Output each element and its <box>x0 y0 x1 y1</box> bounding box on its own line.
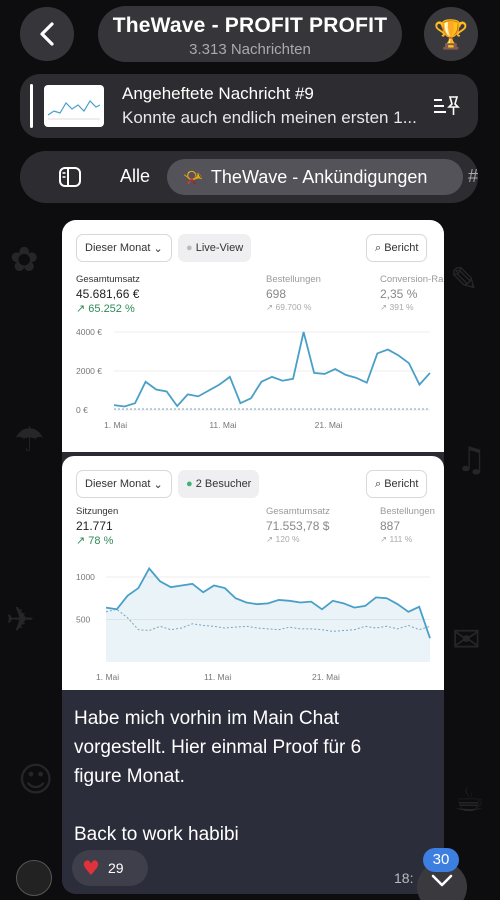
chat-header[interactable]: TheWave - PROFIT PROFIT 3.313 Nachrichte… <box>98 6 402 62</box>
report-button-2: ⌕ Bericht <box>366 470 428 498</box>
reaction-count: 29 <box>107 860 124 876</box>
report-button: ⌕ Bericht <box>366 234 428 262</box>
tab-announcements[interactable]: 📯 TheWave - Ankündigungen <box>167 159 463 195</box>
y-tick-label: 500 <box>76 615 90 625</box>
tab-more[interactable]: # <box>468 166 478 187</box>
x-tick-label: 21. Mai <box>315 420 343 430</box>
media-screenshot-1[interactable]: Dieser Monat ⌄ ● Live-View ⌕ Bericht Ges… <box>62 220 444 452</box>
x-tick-label: 11. Mai <box>204 672 231 682</box>
message-text: Habe mich vorhin im Main Chat vorgestell… <box>74 708 362 845</box>
message-count: 3.313 Nachrichten <box>189 41 311 58</box>
y-tick-label: 1000 <box>76 572 95 582</box>
revenue-chart: 4000 € 2000 € 0 € 1. Mai 11. Mai 21. Mai <box>76 327 431 430</box>
unread-badge: 30 <box>423 848 459 872</box>
message-bubble[interactable]: Dieser Monat ⌄ ● Live-View ⌕ Bericht Ges… <box>62 220 444 894</box>
series-area <box>106 568 430 662</box>
chat-avatar[interactable]: 🏆 <box>424 7 478 61</box>
megaphone-icon: 📯 <box>183 167 203 187</box>
pinned-list-icon[interactable] <box>432 94 460 118</box>
back-button[interactable] <box>20 7 74 61</box>
kpi-total-revenue-2: Gesamtumsatz 71.553,78 $ ↗ 120 % <box>266 506 330 544</box>
period-dropdown: Dieser Monat ⌄ <box>76 234 172 262</box>
kpi-total-revenue: Gesamtumsatz 45.681,66 € ↗ 65.252 % <box>76 274 140 315</box>
topic-tabs: Alle 📯 TheWave - Ankündigungen # <box>20 151 478 203</box>
visitors-chip: ● 2 Besucher <box>178 470 260 498</box>
pinned-thumbnail <box>44 85 104 127</box>
tab-all[interactable]: Alle <box>120 166 150 187</box>
message-time: 18: <box>394 870 414 886</box>
x-tick-label: 21. Mai <box>312 672 340 682</box>
sessions-chart: 1000 500 1. Mai 11. Mai 21. Mai <box>76 566 431 682</box>
chat-title: TheWave - PROFIT PROFIT <box>112 14 388 37</box>
kpi-sessions: Sitzungen 21.771 ↗ 78 % <box>76 506 119 547</box>
chevron-left-icon <box>40 22 54 46</box>
x-tick-label: 1. Mai <box>104 420 127 430</box>
chevron-down-icon <box>431 874 453 887</box>
message-caption: Habe mich vorhin im Main Chat vorgestell… <box>62 690 444 894</box>
pinned-title: Angeheftete Nachricht #9 <box>122 84 314 103</box>
y-tick-label: 2000 € <box>76 366 102 376</box>
trophy-icon: 🏆 <box>433 17 469 51</box>
reaction-heart[interactable]: ♥ 29 <box>72 850 148 886</box>
sidebar-toggle-icon[interactable] <box>58 165 82 189</box>
tab-announcements-label: TheWave - Ankündigungen <box>210 166 428 187</box>
media-screenshot-2[interactable]: Dieser Monat ⌄ ● 2 Besucher ⌕ Bericht Si… <box>62 456 444 690</box>
live-view-chip: ● Live-View <box>178 234 252 262</box>
y-tick-label: 0 € <box>76 405 88 415</box>
pinned-message-bar[interactable]: Angeheftete Nachricht #9 Konnte auch end… <box>20 74 478 138</box>
x-tick-label: 1. Mai <box>96 672 119 682</box>
period-dropdown-2: Dieser Monat ⌄ <box>76 470 172 498</box>
pinned-indicator <box>30 84 33 128</box>
kpi-conversion: Conversion-Ra 2,35 % ↗ 391 % <box>380 274 444 312</box>
x-tick-label: 11. Mai <box>209 420 236 430</box>
y-tick-label: 4000 € <box>76 327 102 337</box>
series-line <box>113 331 431 408</box>
kpi-orders-2: Bestellungen 887 ↗ 111 % <box>380 506 435 544</box>
kpi-orders: Bestellungen 698 ↗ 69.700 % <box>266 274 321 312</box>
sender-avatar[interactable] <box>16 860 52 896</box>
pinned-preview: Konnte auch endlich meinen ersten 1... <box>122 108 417 127</box>
heart-icon: ♥ <box>82 856 100 880</box>
